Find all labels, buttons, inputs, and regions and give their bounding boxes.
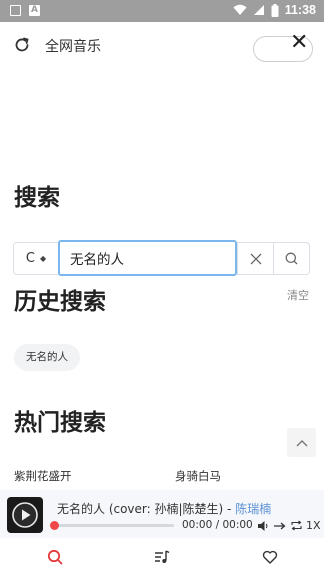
chevron-up-icon (296, 439, 307, 446)
search-engine-select[interactable]: C ◆ (13, 242, 58, 275)
status-time: 11:38 (284, 3, 316, 17)
search-heading: 搜索 (14, 185, 60, 211)
clear-input-button[interactable] (237, 242, 274, 275)
playback-time: 00:00 / 00:00 (182, 519, 253, 531)
hot-item[interactable]: 紫荆花盛开 (14, 468, 72, 484)
search-input[interactable] (58, 240, 237, 276)
album-cover[interactable] (7, 497, 43, 533)
play-icon[interactable] (11, 501, 39, 529)
clear-icon (250, 253, 261, 264)
wifi-icon (233, 4, 247, 15)
history-heading: 历史搜索 (14, 289, 106, 315)
close-icon[interactable]: ✕ (290, 30, 308, 56)
search-engine-value: C (25, 251, 35, 266)
song-artist[interactable]: 陈瑞楠 (235, 502, 271, 516)
progress-bar[interactable] (54, 524, 174, 527)
now-playing-text: 无名的人 (cover: 孙楠|陈楚生) - 陈瑞楠 (57, 500, 271, 517)
song-title: 无名的人 (cover: 孙楠|陈楚生) (57, 502, 224, 516)
clear-history-button[interactable]: 清空 (287, 287, 309, 303)
nav-playlist-icon[interactable] (154, 549, 170, 565)
select-arrows-icon: ◆ (39, 254, 47, 263)
progress-handle[interactable] (50, 521, 59, 530)
page-title: 全网音乐 (45, 39, 101, 55)
back-to-top-button[interactable] (287, 428, 316, 457)
nav-search-icon[interactable] (47, 549, 63, 565)
search-button[interactable] (273, 242, 310, 275)
notification-square-icon (10, 5, 21, 16)
nav-favorites-icon[interactable] (262, 549, 278, 565)
search-icon (285, 252, 298, 265)
status-notification-icons: A (10, 5, 40, 16)
history-chip[interactable]: 无名的人 (14, 344, 80, 371)
hot-item[interactable]: 身骑白马 (175, 468, 221, 484)
notification-a-icon: A (29, 5, 40, 16)
hot-heading: 热门搜索 (14, 410, 106, 436)
arrow-right-icon[interactable] (274, 521, 286, 531)
battery-icon (271, 3, 279, 17)
volume-icon[interactable] (258, 521, 269, 531)
playback-speed[interactable]: 1X (306, 519, 321, 532)
status-system-icons: 11:38 (233, 3, 316, 17)
signal-icon (253, 5, 264, 15)
refresh-icon[interactable] (12, 35, 32, 55)
repeat-icon[interactable] (291, 520, 302, 531)
title-separator: - (223, 502, 236, 516)
